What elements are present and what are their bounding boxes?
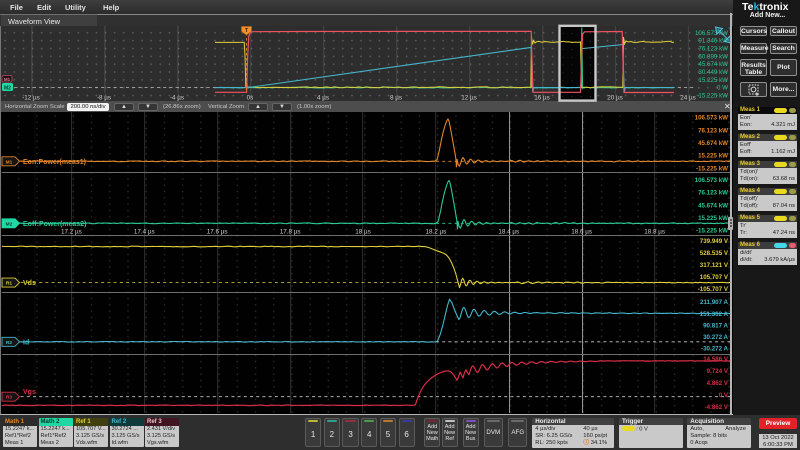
svg-text:15.225 kW: 15.225 kW — [698, 77, 728, 84]
svg-text:76.123 kW: 76.123 kW — [698, 190, 728, 197]
svg-text:M2: M2 — [4, 85, 11, 91]
svg-text:60.899 kW: 60.899 kW — [698, 53, 728, 60]
svg-text:106.573 kW: 106.573 kW — [695, 115, 729, 122]
svg-text:151.362 A: 151.362 A — [700, 311, 729, 318]
svg-text:14.586 V: 14.586 V — [703, 356, 729, 363]
svg-text:91.346 kW: 91.346 kW — [698, 38, 728, 45]
svg-text:45.674 kW: 45.674 kW — [698, 140, 728, 147]
svg-text:30.272 A: 30.272 A — [703, 334, 728, 341]
svg-text:-4.862 V: -4.862 V — [705, 404, 729, 411]
svg-text:528.535 V: 528.535 V — [700, 250, 729, 257]
svg-text:8 µs: 8 µs — [390, 95, 402, 102]
svg-text:0 W: 0 W — [717, 85, 728, 92]
svg-text:-12 µs: -12 µs — [22, 95, 40, 102]
svg-text:106.573 kW: 106.573 kW — [695, 177, 729, 184]
svg-text:R2: R2 — [6, 340, 12, 346]
svg-text:-15.225 kW: -15.225 kW — [696, 165, 728, 172]
svg-text:24 µs: 24 µs — [680, 95, 696, 102]
svg-text:18 µs: 18 µs — [355, 229, 371, 236]
svg-text:739.949 V: 739.949 V — [700, 238, 729, 245]
svg-text:20 µs: 20 µs — [607, 95, 623, 102]
svg-text:0 V: 0 V — [719, 392, 729, 399]
svg-text:76.123 kW: 76.123 kW — [698, 127, 728, 134]
svg-text:R1: R1 — [6, 281, 12, 287]
svg-text:45.674 kW: 45.674 kW — [698, 202, 728, 209]
svg-text:-30.272 A: -30.272 A — [701, 346, 728, 353]
svg-text:Eoff:Power(meas2): Eoff:Power(meas2) — [23, 221, 86, 228]
svg-text:M1: M1 — [4, 77, 11, 82]
svg-text:12 µs: 12 µs — [461, 95, 477, 102]
svg-text:90.817 A: 90.817 A — [703, 323, 728, 330]
svg-text:106.573 kW: 106.573 kW — [695, 30, 728, 37]
svg-text:18.4 µs: 18.4 µs — [498, 229, 519, 236]
svg-text:211.907 A: 211.907 A — [700, 299, 729, 306]
svg-text:-15.225 kW: -15.225 kW — [696, 93, 728, 100]
svg-text:M1: M1 — [6, 159, 13, 165]
svg-text:9.724 V: 9.724 V — [707, 368, 729, 375]
svg-text:-8 µs: -8 µs — [97, 95, 111, 102]
svg-text:18.6 µs: 18.6 µs — [571, 229, 592, 236]
svg-text:15.225 kW: 15.225 kW — [698, 215, 728, 222]
svg-text:Eon:Power(meas1): Eon:Power(meas1) — [23, 159, 86, 166]
svg-text:105.707 V: 105.707 V — [700, 274, 729, 281]
svg-text:76.123 kW: 76.123 kW — [698, 46, 728, 53]
svg-text:R3: R3 — [6, 395, 12, 401]
svg-text:15.225 kW: 15.225 kW — [698, 153, 728, 160]
svg-text:17.8 µs: 17.8 µs — [280, 229, 301, 236]
svg-text:-4 µs: -4 µs — [170, 95, 184, 102]
svg-text:0s: 0s — [247, 95, 254, 102]
svg-text:Vds: Vds — [23, 280, 36, 287]
svg-text:Id: Id — [23, 339, 29, 346]
svg-text:18.2 µs: 18.2 µs — [426, 229, 447, 236]
svg-text:30.449 kW: 30.449 kW — [698, 69, 728, 76]
svg-text:16 µs: 16 µs — [534, 95, 550, 102]
svg-text:317.121 V: 317.121 V — [700, 262, 729, 269]
svg-text:45.674 kW: 45.674 kW — [698, 61, 728, 68]
svg-text:4 µs: 4 µs — [317, 95, 329, 102]
svg-text:4.862 V: 4.862 V — [707, 380, 729, 387]
svg-text:17.2 µs: 17.2 µs — [61, 229, 82, 236]
svg-text:M2: M2 — [6, 221, 13, 227]
svg-text:-15.225 kW: -15.225 kW — [696, 228, 728, 235]
svg-text:17.4 µs: 17.4 µs — [134, 229, 155, 236]
svg-text:-105.707 V: -105.707 V — [698, 286, 729, 293]
svg-text:18.8 µs: 18.8 µs — [644, 229, 665, 236]
svg-text:17.6 µs: 17.6 µs — [207, 229, 228, 236]
svg-text:Vgs: Vgs — [23, 389, 36, 396]
